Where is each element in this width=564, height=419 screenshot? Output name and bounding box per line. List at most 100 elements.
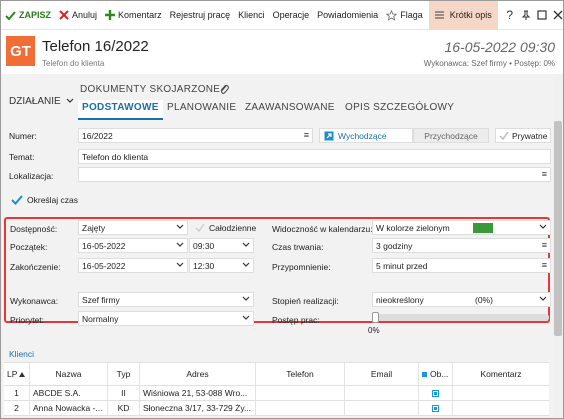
chevron-down-icon <box>176 224 184 229</box>
column-header-type[interactable]: Typ <box>108 363 140 385</box>
column-header-name[interactable]: Nazwa <box>30 363 108 385</box>
priority-label: Priorytet: <box>10 315 45 325</box>
column-header-comment[interactable]: Komentarz <box>453 363 549 385</box>
maximize-icon[interactable] <box>534 7 550 23</box>
register-work-label: Rejestruj pracę <box>169 10 231 20</box>
column-header-email[interactable]: Email <box>345 363 419 385</box>
cell-ob[interactable] <box>419 386 453 400</box>
save-label: ZAPISZ <box>19 10 52 20</box>
chevron-down-icon <box>242 262 250 267</box>
table-header: LP Nazwa Typ Adres Telefon Email Ob... K… <box>4 362 549 386</box>
tab-documents[interactable]: DOKUMENTY SKOJARZONE <box>80 84 220 95</box>
location-input[interactable]: ≡ <box>78 167 551 182</box>
help-icon[interactable]: ? <box>502 7 518 23</box>
table-row[interactable]: 1 ABCDE S.A. II Wiśniowa 21, 53-088 Wro.… <box>4 386 549 401</box>
close-window-icon[interactable] <box>550 7 563 23</box>
start-time-picker[interactable]: 09:30 <box>189 238 254 253</box>
register-work-button[interactable]: Rejestruj pracę <box>166 1 235 30</box>
checkmark-icon <box>499 131 509 140</box>
pin-icon[interactable] <box>518 7 534 23</box>
menu-icon[interactable]: ≡ <box>542 169 547 179</box>
action-menu[interactable]: DZIAŁANIE <box>9 96 74 107</box>
duration-field[interactable]: 3 godziny ≡ <box>372 238 551 253</box>
page-subtitle: Telefon do klienta <box>42 59 105 68</box>
number-value: 16/2022 <box>82 131 113 141</box>
set-time-label: Określaj czas <box>27 194 79 205</box>
column-header-phone[interactable]: Telefon <box>256 363 345 385</box>
end-time-picker[interactable]: 12:30 <box>189 258 254 273</box>
menu-icon[interactable]: ≡ <box>304 130 309 140</box>
checkbox-icon[interactable] <box>432 404 439 412</box>
flag-label: Flaga <box>400 10 423 20</box>
chevron-down-icon <box>242 296 250 301</box>
menu-icon[interactable]: ≡ <box>542 260 547 270</box>
priority-select[interactable]: Normalny <box>78 311 254 326</box>
notifications-button[interactable]: Powiadomienia <box>313 1 382 30</box>
direction-incoming-toggle[interactable]: Przychodzące <box>413 128 489 143</box>
number-label: Numer: <box>9 131 37 141</box>
start-date-value: 16-05-2022 <box>82 241 126 251</box>
cell-email <box>345 401 419 415</box>
tab-basic[interactable]: PODSTAWOWE <box>78 100 163 120</box>
comment-button[interactable]: Komentarz <box>101 1 166 30</box>
operations-button[interactable]: Operacje <box>269 1 314 30</box>
start-date-picker[interactable]: 16-05-2022 <box>78 238 188 253</box>
chevron-down-icon <box>539 296 547 301</box>
progress-label: Postęp prac: <box>272 315 320 325</box>
checkbox-icon[interactable] <box>432 389 439 397</box>
reminder-field[interactable]: 5 minut przed ≡ <box>372 258 551 273</box>
tab-detailed-description[interactable]: OPIS SZCZEGÓŁOWY <box>345 102 454 113</box>
menu-icon[interactable]: ≡ <box>542 240 547 250</box>
page-title: Telefon 16/2022 <box>42 38 149 55</box>
number-field[interactable]: 16/2022 ≡ <box>78 128 313 143</box>
column-ob-label: Ob... <box>430 369 449 379</box>
chevron-down-icon <box>176 262 184 267</box>
cell-phone <box>256 386 345 400</box>
cell-ob[interactable] <box>419 401 453 415</box>
duration-label: Czas trwania: <box>272 242 324 252</box>
availability-select[interactable]: Zajęty <box>78 220 188 235</box>
all-day-label: Całodzienne <box>209 222 257 233</box>
direction-outgoing-toggle[interactable]: Wychodzące <box>319 128 413 143</box>
progress-slider-track[interactable] <box>372 314 549 321</box>
select-all-icon <box>422 371 427 377</box>
tab-advanced[interactable]: ZAAWANSOWANE <box>245 102 335 113</box>
end-time-value: 12:30 <box>193 261 215 271</box>
form-area: Numer: 16/2022 ≡ Wychodzące Przychodzące… <box>1 120 553 418</box>
tab-planning[interactable]: PLANOWANIE <box>167 102 236 113</box>
sort-up-icon <box>19 371 26 377</box>
progress-slider-thumb[interactable] <box>372 312 379 323</box>
realization-select[interactable]: nieokreślony (0%) <box>372 292 551 307</box>
table-row[interactable]: 2 Anna Nowacka -... KD Słoneczna 3/17, 3… <box>4 401 549 416</box>
cell-comment <box>453 386 549 400</box>
end-date-picker[interactable]: 16-05-2022 <box>78 258 188 273</box>
flag-button[interactable]: Flaga <box>382 1 427 30</box>
column-header-address[interactable]: Adres <box>140 363 256 385</box>
calendar-visibility-select[interactable]: W kolorze zielonym <box>372 220 551 235</box>
all-day-checkbox[interactable]: Całodzienne <box>193 220 263 235</box>
cell-lp: 2 <box>4 401 30 415</box>
cell-comment <box>453 401 549 415</box>
outgoing-arrow-icon <box>324 131 334 140</box>
chevron-down-icon <box>242 315 250 320</box>
clients-button[interactable]: Klienci <box>234 1 269 30</box>
notifications-label: Powiadomienia <box>317 10 379 20</box>
cell-address: Wiśniowa 21, 53-088 Wro... <box>140 386 256 400</box>
save-button[interactable]: ZAPISZ <box>1 1 55 30</box>
topic-input[interactable]: Telefon do klienta <box>78 149 551 164</box>
executor-select[interactable]: Szef firmy <box>78 292 254 307</box>
realization-label: Stopień realizacji: <box>272 296 339 306</box>
reminder-label: Przypomnienie: <box>272 262 331 272</box>
direction-outgoing-label: Wychodzące <box>338 130 387 141</box>
scrollbar-thumb[interactable] <box>554 121 562 336</box>
end-label: Zakończenie: <box>10 262 61 272</box>
private-checkbox[interactable]: Prywatne <box>495 128 551 143</box>
clients-table: LP Nazwa Typ Adres Telefon Email Ob... K… <box>4 362 549 416</box>
set-time-checkbox[interactable]: Określaj czas <box>11 192 78 207</box>
short-desc-button[interactable]: Krótki opis <box>428 1 498 30</box>
column-header-ob[interactable]: Ob... <box>419 363 453 385</box>
cancel-button[interactable]: Anuluj <box>55 1 101 30</box>
menu-icon <box>434 11 444 19</box>
column-header-lp[interactable]: LP <box>4 363 30 385</box>
paperclip-icon[interactable] <box>219 83 229 97</box>
